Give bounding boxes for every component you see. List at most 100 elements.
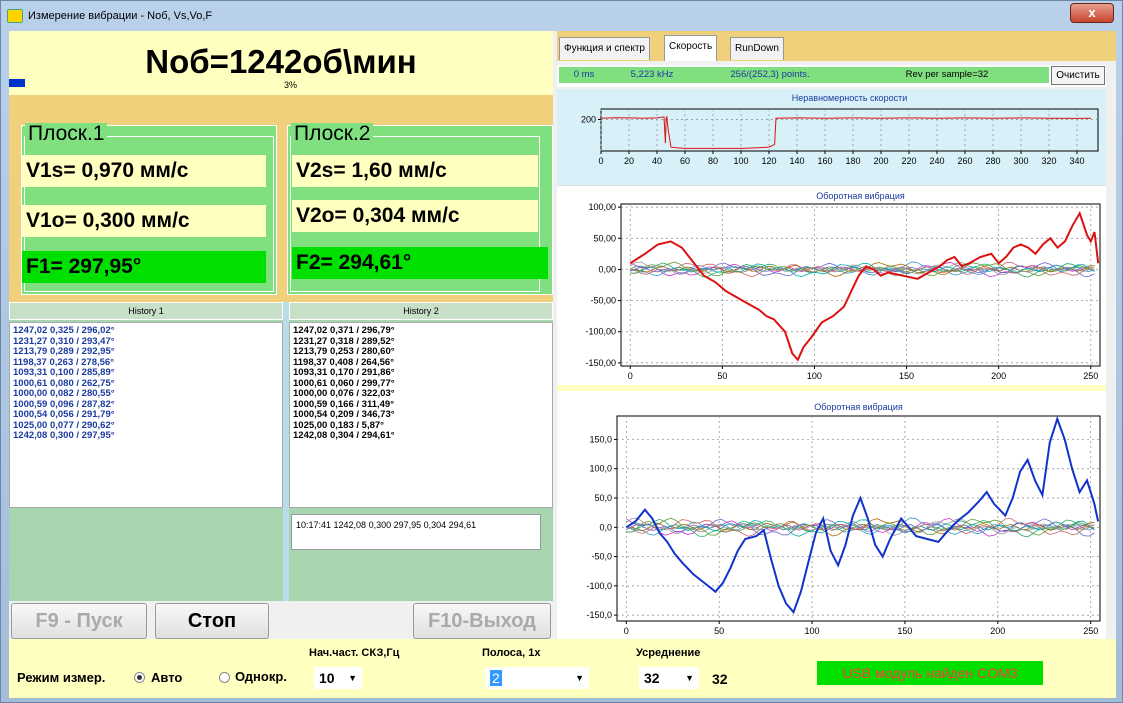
log-box[interactable]: 10:17:41 1242,08 0,300 297,95 0,304 294,…: [291, 514, 541, 550]
chevron-down-icon: ▼: [685, 673, 694, 683]
y-tick-label: -50,0: [591, 552, 612, 562]
list-item: 1247,02 0,325 / 296,02°: [13, 325, 115, 336]
history2-list[interactable]: 1247,02 0,371 / 296,79° 1231,27 0,318 / …: [289, 322, 553, 508]
plane1-panel: Плоск.1 V1s= 0,970 мм/с V1o= 0,300 мм/с …: [21, 123, 277, 295]
freq-select[interactable]: 10 ▼: [314, 667, 362, 689]
x-tick-label: 140: [789, 156, 804, 166]
averaging-select[interactable]: 32 ▼: [639, 667, 699, 689]
x-tick-label: 200: [991, 371, 1006, 381]
x-tick-label: 200: [990, 626, 1005, 636]
x-tick-label: 100: [733, 156, 748, 166]
averaging-select-value: 32: [644, 670, 660, 686]
progress-bar: [9, 79, 25, 87]
list-item: 1093,31 0,100 / 285,89°: [13, 367, 115, 378]
band-select[interactable]: 2 ▼: [485, 667, 589, 689]
start-button[interactable]: F9 - Пуск: [11, 603, 147, 639]
freq-select-value: 10: [319, 670, 335, 686]
averaging-label: Усреднение: [636, 647, 701, 659]
y-tick-label: 100,00: [588, 202, 616, 212]
x-tick-label: 0: [628, 371, 633, 381]
status-frequency: 5,223 kHz: [609, 67, 695, 83]
list-item: 1093,31 0,170 / 291,86°: [293, 367, 395, 378]
left-panel: Nоб=1242об\мин 3% Плоск.1 V1s= 0,970 мм/…: [9, 31, 553, 639]
x-tick-label: 150: [899, 371, 914, 381]
list-item: 1000,54 0,056 / 291,79°: [13, 409, 115, 420]
x-tick-label: 220: [901, 156, 916, 166]
plane2-phase-value: F2= 294,61°: [292, 247, 548, 279]
averaging-readout: 32: [712, 671, 728, 687]
radio-auto-label[interactable]: Авто: [151, 670, 182, 685]
plane2-vo-value: V2o= 0,304 мм/с: [292, 200, 538, 232]
status-ms: 0 ms: [559, 67, 609, 83]
list-item: 1242,08 0,300 / 297,95°: [13, 430, 115, 441]
progress-percent: 3%: [284, 80, 298, 90]
exit-button[interactable]: F10-Выход: [413, 603, 551, 639]
x-tick-label: 320: [1041, 156, 1056, 166]
x-tick-label: 260: [957, 156, 972, 166]
chart-vibration-2: Оборотная вибрация 0 50 100 150 200 250 150,0 10…: [557, 391, 1106, 639]
list-item: 1000,00 0,076 / 322,03°: [293, 388, 395, 399]
radio-auto[interactable]: [134, 672, 145, 683]
freq-label: Нач.част. СКЗ,Гц: [309, 647, 400, 659]
status-rev-per-sample: Rev per sample=32: [845, 67, 1049, 83]
history1-list[interactable]: 1247,02 0,325 / 296,02° 1231,27 0,310 / …: [9, 322, 283, 508]
chart-svg: Неравномерность скорости 0 20 40 60 80 100 120 1…: [581, 93, 1099, 166]
y-tick-label: 100,0: [589, 464, 612, 474]
y-tick-label: 50,00: [593, 233, 616, 243]
chart-vibration-1: Оборотная вибрация 0 50 100 150 200 250 100,00 5…: [557, 185, 1106, 385]
tab-function-spectrum[interactable]: Функция и спектр: [559, 37, 650, 60]
x-tick-label: 50: [714, 626, 724, 636]
chart-title: Неравномерность скорости: [792, 93, 907, 103]
plane1-vo-value: V1o= 0,300 мм/с: [22, 205, 266, 237]
x-tick-label: 300: [1013, 156, 1028, 166]
x-tick-label: 250: [1083, 626, 1098, 636]
tab-speed[interactable]: Скорость: [664, 35, 718, 61]
y-tick-label: -100,00: [585, 327, 616, 337]
plot-area: [620, 203, 1101, 367]
plot-area: [600, 108, 1099, 152]
usb-status: USB модуль найден COM3: [817, 661, 1043, 685]
main-window: Измерение вибрации - Nоб, Vs,Vo,F x Nоб=…: [0, 0, 1123, 703]
history1-header: History 1: [9, 302, 283, 320]
list-item: 1213,79 0,253 / 280,60°: [293, 346, 395, 357]
client-area: Nоб=1242об\мин 3% Плоск.1 V1s= 0,970 мм/…: [9, 31, 1116, 698]
x-tick-label: 100: [805, 626, 820, 636]
band-select-value: 2: [490, 670, 502, 686]
y-tick-label: 0,00: [598, 264, 616, 274]
band-label: Полоса, 1х: [482, 647, 541, 659]
plane2-title: Плоск.2: [291, 123, 374, 145]
y-tick-label: -150,00: [585, 358, 616, 368]
radio-single-label[interactable]: Однокр.: [235, 669, 287, 684]
window-title: Измерение вибрации - Nоб, Vs,Vo,F: [28, 10, 213, 22]
x-tick-label: 150: [897, 626, 912, 636]
x-tick-label: 340: [1069, 156, 1084, 166]
right-panel: Функция и спектр Скорость RunDown 0 ms 5…: [557, 31, 1116, 639]
x-tick-label: 160: [817, 156, 832, 166]
title-bar: Измерение вибрации - Nоб, Vs,Vo,F x: [1, 1, 1122, 31]
chevron-down-icon: ▼: [575, 673, 584, 683]
plot-area: [616, 415, 1101, 622]
plane1-vs-value: V1s= 0,970 мм/с: [22, 155, 266, 187]
x-tick-label: 250: [1083, 371, 1098, 381]
speed-display: Nоб=1242об\мин 3%: [9, 31, 553, 95]
bottom-controls: Режим измер. Авто Однокр. Нач.част. СКЗ,…: [9, 639, 1116, 698]
x-tick-label: 0: [624, 626, 629, 636]
y-tick-label: 0,0: [599, 522, 612, 532]
plane1-title: Плоск.1: [25, 123, 108, 145]
x-tick-label: 120: [761, 156, 776, 166]
y-tick-label: -100,0: [586, 581, 612, 591]
status-points: 256/(252,3) points.: [695, 67, 845, 83]
plane2-vs-value: V2s= 1,60 мм/с: [292, 155, 538, 187]
close-button[interactable]: x: [1070, 3, 1114, 23]
x-tick-label: 20: [624, 156, 634, 166]
mode-label: Режим измер.: [17, 670, 106, 685]
rotation-speed: Nоб=1242об\мин: [145, 43, 417, 80]
tab-rundown[interactable]: RunDown: [730, 37, 784, 60]
list-item: 1000,54 0,209 / 346,73°: [293, 409, 395, 420]
clear-button[interactable]: Очистить: [1051, 66, 1105, 85]
plane1-phase-value: F1= 297,95°: [22, 251, 266, 283]
stop-button[interactable]: Стоп: [155, 603, 269, 639]
radio-single[interactable]: [219, 672, 230, 683]
x-tick-label: 280: [985, 156, 1000, 166]
history1-panel: History 1 1247,02 0,325 / 296,02° 1231,2…: [9, 302, 283, 601]
